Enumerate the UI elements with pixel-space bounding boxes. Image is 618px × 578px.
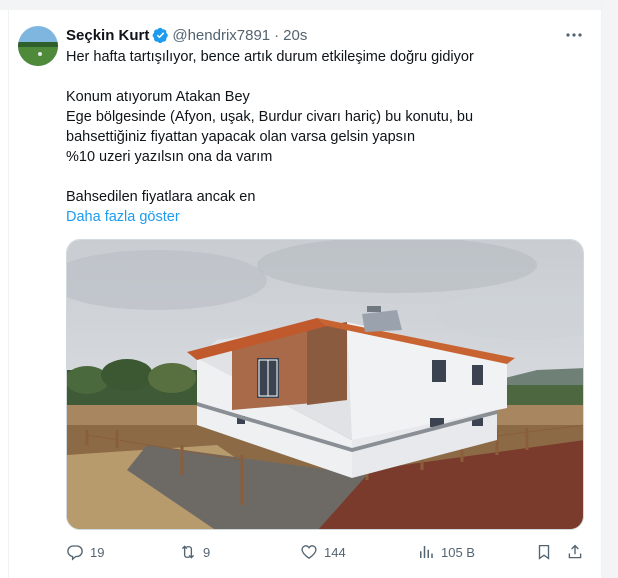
timestamp[interactable]: 20s: [283, 27, 307, 44]
tweet-text: Her hafta tartışılıyor, bence artık duru…: [66, 47, 586, 227]
bookmark-icon: [538, 544, 550, 560]
tweet-header: Seçkin Kurt @hendrix7891 · 20s: [66, 25, 594, 45]
tweet-line: [66, 67, 586, 87]
heart-icon: [301, 545, 317, 560]
tweet-line: Bahsedilen fiyatlara ancak en: [66, 189, 256, 205]
right-gutter: [601, 0, 618, 578]
avatar-image: [18, 26, 58, 66]
top-gap: [0, 0, 618, 10]
reply-icon: [67, 545, 83, 561]
reply-count: 19: [90, 544, 105, 560]
tweet-line: bahsettiğiniz fiyattan yapacak olan vars…: [66, 129, 416, 145]
verified-badge-icon: [152, 27, 169, 43]
avatar[interactable]: [18, 26, 58, 66]
action-bar: 19 9 144 105 B: [66, 540, 586, 564]
tweet-line: Her hafta tartışılıyor, bence artık duru…: [66, 49, 474, 65]
repost-icon: [181, 545, 195, 559]
share-icon: [568, 544, 582, 559]
house-photo: [67, 240, 583, 529]
view-count: 105 B: [441, 544, 475, 560]
author-handle[interactable]: @hendrix7891: [172, 27, 270, 44]
timeline-border: [8, 10, 9, 578]
more-icon[interactable]: [564, 27, 584, 43]
tweet-line: [66, 167, 586, 187]
like-button[interactable]: 144: [300, 540, 346, 564]
analytics-icon: [420, 546, 433, 558]
tweet-line: %10 uzeri yazılsın ona da varım: [66, 149, 273, 165]
reply-button[interactable]: 19: [66, 540, 104, 564]
tweet-line: Ege bölgesinde (Afyon, uşak, Burdur civa…: [66, 109, 474, 125]
tweet-line: Konum atıyorum Atakan Bey: [66, 89, 250, 105]
author-name[interactable]: Seçkin Kurt: [66, 27, 149, 44]
separator: ·: [274, 26, 280, 44]
share-button[interactable]: [566, 540, 584, 564]
repost-button[interactable]: 9: [179, 540, 210, 564]
tweet-photo[interactable]: [66, 239, 584, 530]
like-count: 144: [324, 544, 346, 560]
views-button[interactable]: 105 B: [417, 540, 475, 564]
bookmark-button[interactable]: [535, 540, 553, 564]
repost-count: 9: [203, 544, 211, 560]
show-more-link[interactable]: Daha fazla göster: [66, 207, 586, 227]
